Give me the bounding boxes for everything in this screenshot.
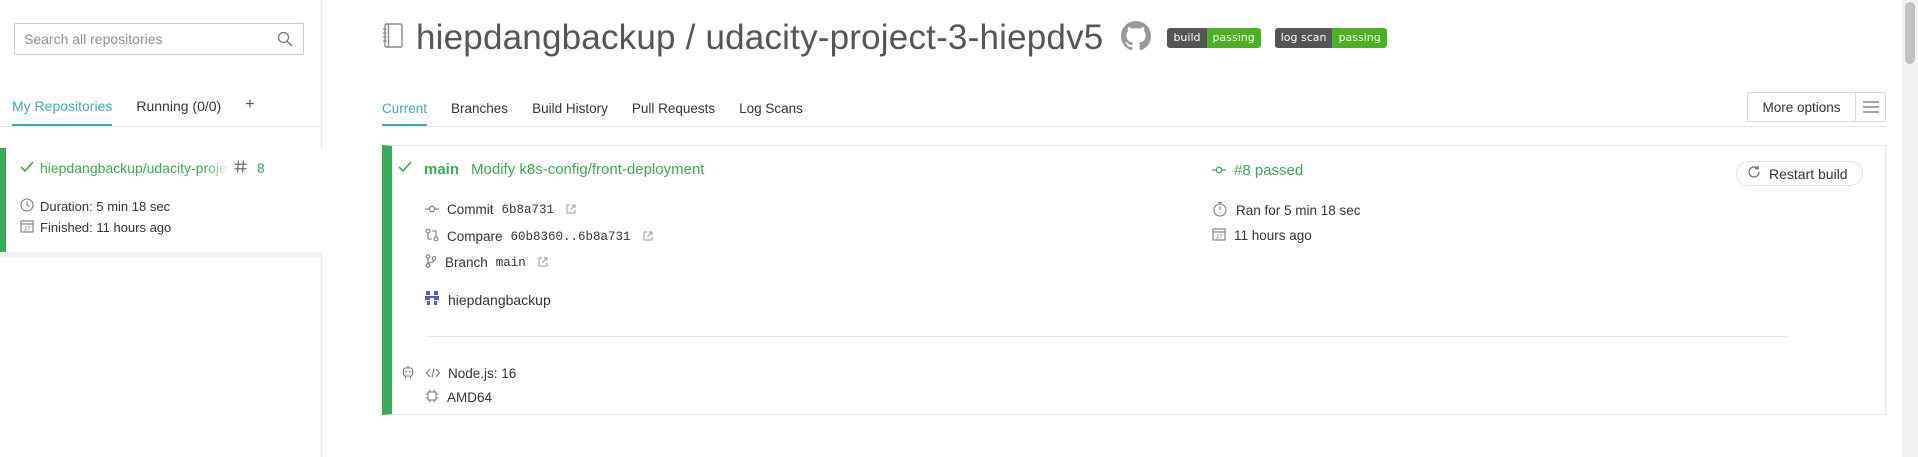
language-info: Node.js: 16 (402, 365, 516, 382)
external-link-icon[interactable] (566, 202, 576, 217)
log-scan-badge[interactable]: log scan passing (1274, 28, 1387, 48)
restart-icon (1747, 165, 1761, 182)
branch-icon (425, 254, 437, 271)
run-time-ago: 27 11 hours ago (1212, 227, 1312, 244)
clock-icon (20, 198, 34, 215)
check-icon (398, 160, 412, 178)
tab-my-repositories[interactable]: My Repositories (12, 98, 113, 126)
search-box[interactable] (14, 23, 304, 55)
build-number-link[interactable]: #8 passed (1234, 162, 1303, 179)
build-status-badge[interactable]: build passing (1167, 28, 1261, 48)
calendar-icon: 27 (20, 219, 34, 236)
check-icon (20, 160, 34, 176)
language-value: Node.js: 16 (448, 366, 517, 381)
svg-text:27: 27 (24, 227, 30, 233)
branch-name-text[interactable]: main (496, 256, 526, 270)
sidebar-tabs: My Repositories Running (0/0) + (12, 97, 255, 126)
build-status: #8 passed (1212, 162, 1303, 179)
repo-build-number[interactable]: 8 (257, 160, 265, 176)
robot-icon (402, 365, 414, 382)
arch-value: AMD64 (447, 390, 493, 405)
tab-branches[interactable]: Branches (451, 101, 508, 126)
tab-running[interactable]: Running (0/0) (136, 98, 221, 126)
repo-header: hiepdangbackup / udacity-project-3-hiepd… (382, 18, 1387, 58)
build-summary: main Modify k8s-config/front-deployment (398, 160, 704, 178)
cpu-icon (425, 389, 439, 406)
stopwatch-icon (1212, 201, 1228, 220)
page-scrollbar[interactable] (1902, 0, 1918, 457)
search-icon[interactable] (276, 30, 294, 48)
search-input[interactable] (24, 31, 276, 47)
main-content: hiepdangbackup / udacity-project-3-hiepd… (322, 0, 1898, 457)
run-duration: Ran for 5 min 18 sec (1212, 201, 1361, 220)
tab-log-scans[interactable]: Log Scans (739, 101, 803, 126)
commit-message-link[interactable]: Modify k8s-config/front-deployment (471, 161, 704, 178)
repo-book-icon (382, 22, 404, 54)
svg-text:27: 27 (1216, 235, 1222, 241)
branch-info: Branch main (425, 254, 548, 271)
compare-range-link[interactable]: 60b8360..6b8a731 (511, 230, 631, 244)
author-avatar (424, 290, 440, 309)
commit-info: Commit 6b8a731 (425, 202, 576, 217)
author-name: hiepdangbackup (448, 291, 551, 308)
commit-sha-link[interactable]: 6b8a731 (502, 203, 555, 217)
calendar-icon: 27 (1212, 227, 1226, 244)
restart-build-button[interactable]: Restart build (1736, 161, 1863, 186)
repo-tabs: Current Branches Build History Pull Requ… (382, 101, 803, 126)
repo-duration: Duration: 5 min 18 sec (20, 198, 170, 215)
sidebar: My Repositories Running (0/0) + hiepdang… (0, 0, 322, 457)
repo-finished: 27 Finished: 11 hours ago (20, 219, 171, 236)
code-icon (425, 366, 441, 381)
sidebar-divider (0, 126, 322, 127)
arch-info: AMD64 (425, 389, 492, 406)
hamburger-menu-icon[interactable] (1855, 93, 1885, 121)
tab-current[interactable]: Current (382, 101, 428, 126)
build-card: main Modify k8s-config/front-deployment … (382, 145, 1886, 415)
tabs-divider (382, 126, 1886, 127)
repo-card-shadow (0, 252, 322, 258)
tab-add[interactable]: + (245, 97, 254, 126)
page-title: hiepdangbackup / udacity-project-3-hiepd… (416, 18, 1104, 57)
compare-info: Compare 60b8360..6b8a731 (425, 228, 653, 245)
author-info: hiepdangbackup (424, 290, 551, 309)
commit-icon (1212, 162, 1226, 179)
repo-name-link[interactable]: hiepdangbackup/udacity-project-3-hiepdv5 (40, 160, 230, 176)
external-link-icon[interactable] (643, 229, 653, 244)
branch-name-link[interactable]: main (424, 161, 459, 178)
more-options-button[interactable]: More options (1747, 92, 1886, 122)
tab-pull-requests[interactable]: Pull Requests (632, 101, 715, 126)
commit-icon (425, 202, 439, 217)
compare-icon (425, 228, 439, 245)
hash-icon (234, 160, 247, 176)
tab-build-history[interactable]: Build History (532, 101, 608, 126)
scrollbar-thumb[interactable] (1905, 2, 1915, 64)
repo-list-item[interactable]: hiepdangbackup/udacity-project-3-hiepdv5… (0, 148, 322, 252)
github-icon[interactable] (1121, 20, 1152, 56)
external-link-icon[interactable] (538, 255, 548, 270)
card-divider (427, 336, 1787, 337)
